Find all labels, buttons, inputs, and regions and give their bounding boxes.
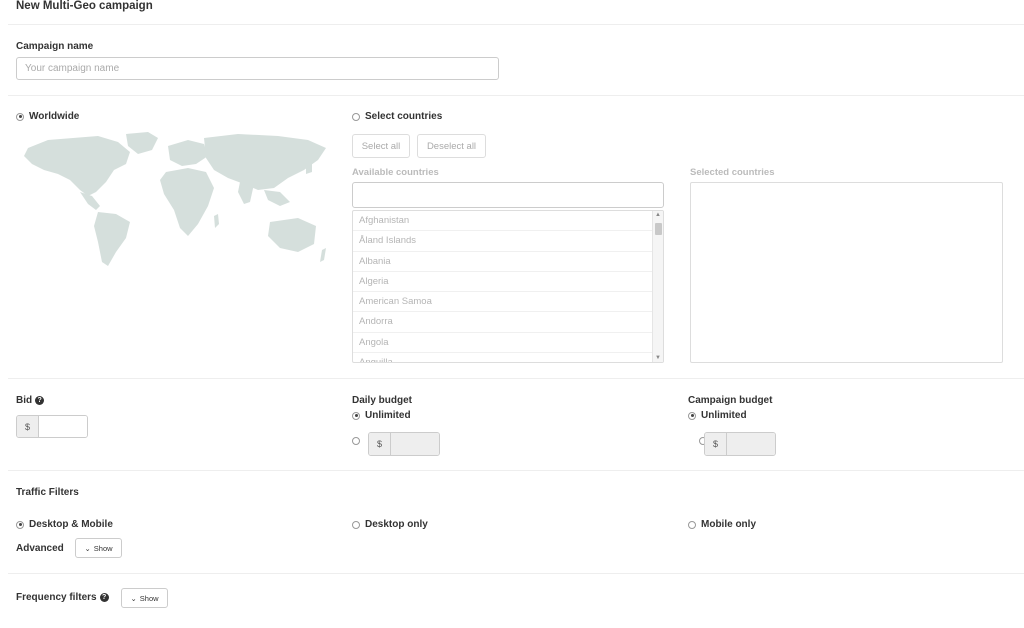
traffic-filters-label: Traffic Filters — [16, 487, 79, 498]
currency-addon: $ — [705, 433, 727, 455]
list-item[interactable]: Andorra — [353, 312, 663, 333]
campaign-budget-input-group[interactable]: $ — [704, 432, 776, 456]
traffic-option-label: Desktop only — [365, 519, 428, 530]
daily-budget-unlimited-label: Unlimited — [365, 410, 411, 421]
divider — [8, 95, 1024, 96]
traffic-option-label: Desktop & Mobile — [29, 519, 113, 530]
traffic-desktop-only-radio[interactable] — [352, 520, 360, 529]
daily-budget-input[interactable] — [391, 433, 439, 455]
divider — [8, 573, 1024, 574]
show-label: Show — [139, 593, 159, 603]
select-countries-radio-row[interactable]: Select countries — [352, 111, 442, 122]
chevron-down-icon: ⌄ — [130, 593, 137, 603]
daily-budget-label: Daily budget — [352, 395, 413, 406]
list-item[interactable]: Anguilla — [353, 353, 663, 362]
bid-input-group[interactable]: $ — [16, 415, 88, 438]
traffic-option-label: Mobile only — [701, 519, 756, 530]
daily-budget-unlimited-row[interactable]: Unlimited — [352, 410, 411, 421]
show-label: Show — [93, 543, 113, 553]
select-countries-label: Select countries — [365, 111, 443, 122]
traffic-desktop-mobile-radio[interactable] — [16, 520, 24, 529]
campaign-name-placeholder: Your campaign name — [25, 63, 120, 74]
selected-countries-list[interactable] — [690, 182, 1003, 363]
deselect-all-button[interactable]: Deselect all — [417, 134, 486, 158]
chevron-down-icon: ⌄ — [84, 543, 91, 553]
bid-label-row: Bid? — [16, 395, 45, 406]
bid-input[interactable] — [39, 416, 87, 437]
campaign-name-label: Campaign name — [16, 41, 94, 52]
page-title: New Multi-Geo campaign — [16, 0, 153, 12]
frequency-filters-label-row: Frequency filters? — [16, 592, 109, 603]
traffic-mobile-only-radio[interactable] — [688, 520, 696, 529]
worldwide-label: Worldwide — [29, 111, 80, 122]
list-item[interactable]: Algeria — [353, 272, 663, 293]
traffic-desktop-only-row[interactable]: Desktop only — [352, 519, 428, 530]
traffic-mobile-only-row[interactable]: Mobile only — [688, 519, 756, 530]
selected-countries-label: Selected countries — [690, 167, 775, 178]
scroll-up-icon[interactable]: ▲ — [655, 212, 661, 218]
frequency-show-button[interactable]: ⌄ Show — [121, 588, 168, 608]
campaign-budget-unlimited-row[interactable]: Unlimited — [688, 410, 747, 421]
currency-addon: $ — [17, 416, 39, 437]
daily-budget-amount-radio[interactable] — [352, 437, 360, 446]
divider — [8, 24, 1024, 25]
advanced-label: Advanced — [16, 543, 64, 554]
frequency-filters-label: Frequency filters — [16, 592, 97, 603]
worldwide-radio[interactable] — [16, 112, 24, 121]
traffic-desktop-mobile-row[interactable]: Desktop & Mobile — [16, 519, 113, 530]
campaign-budget-label: Campaign budget — [688, 395, 773, 406]
country-search-input[interactable] — [352, 182, 664, 208]
list-item[interactable]: Afghanistan — [353, 211, 663, 232]
campaign-budget-input[interactable] — [727, 433, 775, 455]
campaign-budget-unlimited-label: Unlimited — [701, 410, 747, 421]
campaign-name-input[interactable]: Your campaign name — [16, 57, 499, 80]
campaign-budget-unlimited-radio[interactable] — [688, 411, 696, 420]
advanced-show-button[interactable]: ⌄ Show — [75, 538, 122, 558]
list-item[interactable]: Angola — [353, 333, 663, 354]
list-item[interactable]: American Samoa — [353, 292, 663, 313]
bid-label: Bid — [16, 395, 33, 406]
list-item[interactable]: Albania — [353, 252, 663, 272]
question-circle-icon[interactable]: ? — [35, 395, 45, 405]
worldwide-radio-row[interactable]: Worldwide — [16, 111, 79, 122]
available-countries-list[interactable]: Afghanistan Åland Islands Albania Algeri… — [352, 210, 664, 363]
select-countries-radio[interactable] — [352, 112, 360, 121]
list-scrollbar[interactable]: ▲ ▼ — [652, 211, 663, 362]
currency-addon: $ — [369, 433, 391, 455]
available-countries-label: Available countries — [352, 167, 439, 178]
daily-budget-unlimited-radio[interactable] — [352, 411, 360, 420]
list-item[interactable]: Åland Islands — [353, 231, 663, 252]
scroll-down-icon[interactable]: ▼ — [655, 355, 661, 361]
daily-budget-input-group[interactable]: $ — [368, 432, 440, 456]
question-circle-icon[interactable]: ? — [99, 592, 109, 602]
divider — [8, 470, 1024, 471]
select-all-button[interactable]: Select all — [352, 134, 410, 158]
divider — [8, 378, 1024, 379]
scrollbar-thumb[interactable] — [655, 223, 662, 235]
world-map-image — [24, 132, 326, 266]
